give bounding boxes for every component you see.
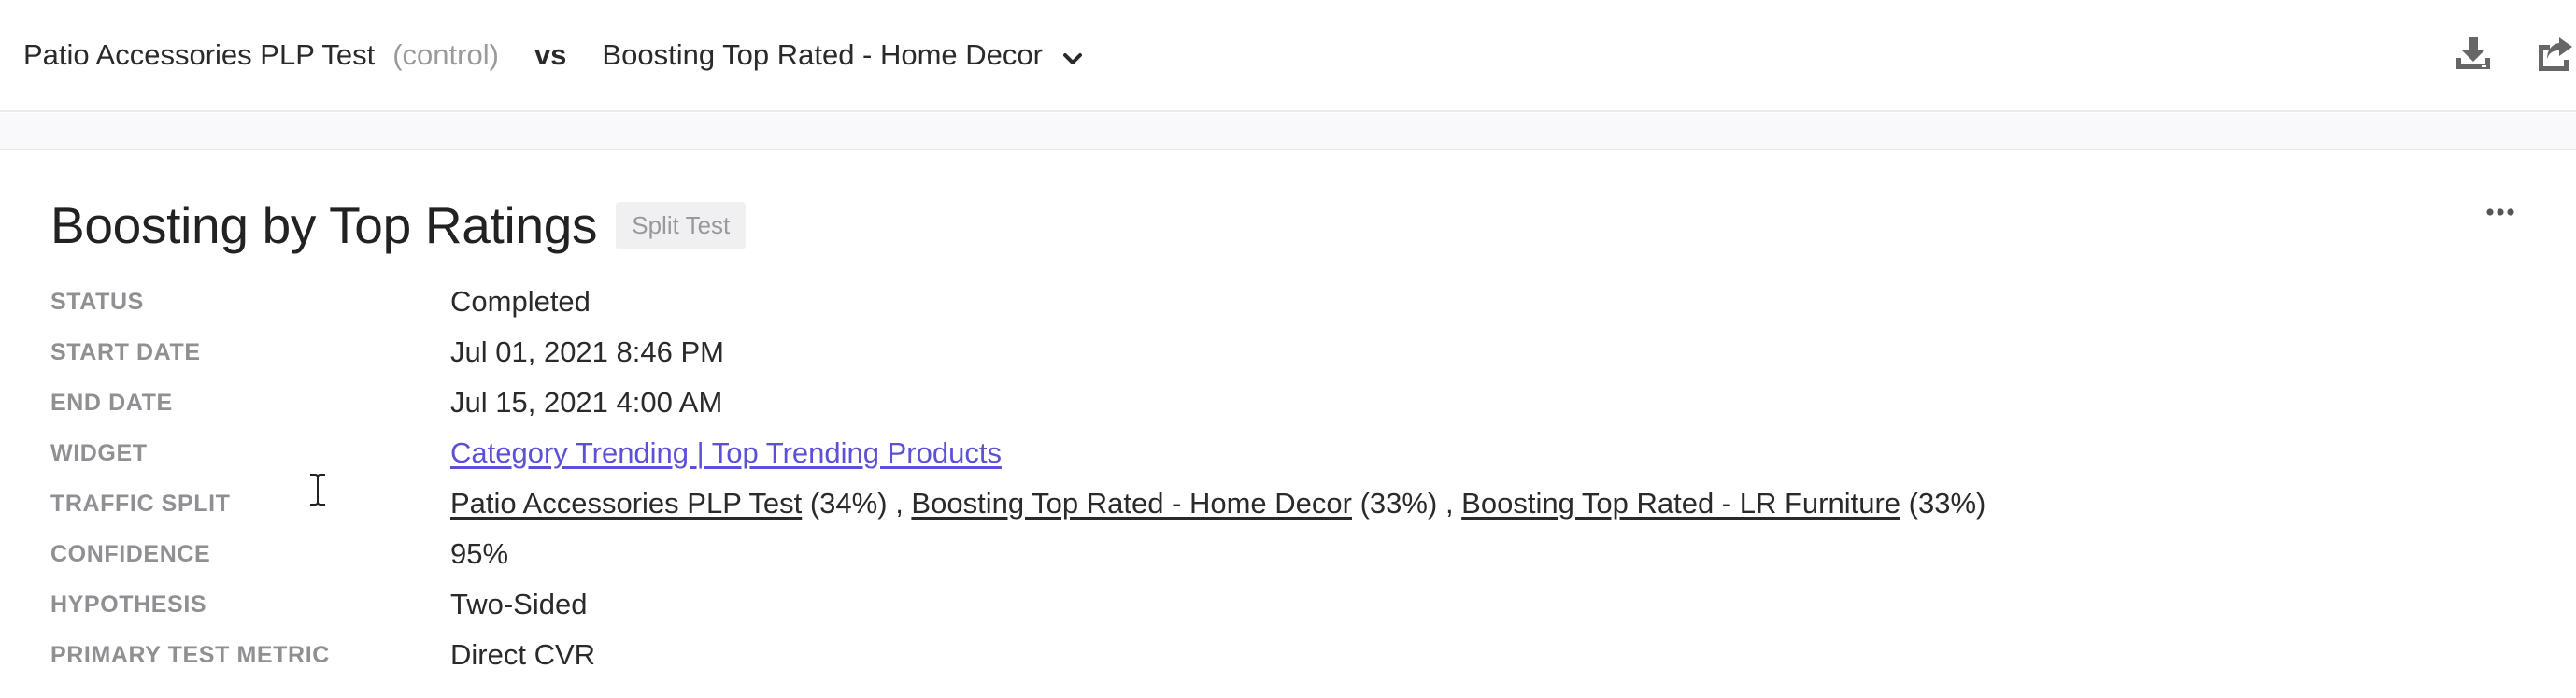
experiment-details-panel: Boosting by Top Ratings Split Test STATU… (0, 152, 2576, 698)
field-status: STATUS Completed (50, 277, 1985, 327)
share-button[interactable] (2533, 34, 2576, 77)
split-link-patio-accessories[interactable]: Patio Accessories PLP Test (450, 487, 802, 520)
field-label: START DATE (50, 338, 201, 365)
split-separator: , (895, 487, 912, 520)
experiment-comparison: Patio Accessories PLP Test (control) vs … (23, 0, 1084, 110)
field-label: TRAFFIC SPLIT (50, 490, 231, 517)
field-label: END DATE (50, 389, 173, 416)
field-traffic-split: TRAFFIC SPLIT Patio Accessories PLP Test… (50, 478, 1985, 529)
panel-header: Boosting by Top Ratings Split Test (50, 195, 747, 255)
subheader-strip (0, 113, 2576, 150)
widget-link[interactable]: Category Trending | Top Trending Product… (450, 436, 1002, 469)
field-start-date: START DATE Jul 01, 2021 8:46 PM (50, 327, 1985, 377)
split-percent: (34%) (809, 487, 888, 520)
split-percent: (33%) (1908, 487, 1986, 520)
start-date-value: Jul 01, 2021 8:46 PM (450, 335, 724, 368)
traffic-split-value: Patio Accessories PLP Test (34%) , Boost… (450, 487, 1985, 520)
download-icon (2454, 34, 2493, 78)
field-label: WIDGET (50, 439, 148, 466)
field-label: CONFIDENCE (50, 540, 211, 567)
split-link-lr-furniture[interactable]: Boosting Top Rated - LR Furniture (1461, 487, 1900, 520)
page-title: Boosting by Top Ratings (50, 196, 598, 254)
comparison-header: Patio Accessories PLP Test (control) vs … (0, 0, 2576, 112)
download-button[interactable] (2452, 34, 2495, 77)
header-actions (2452, 0, 2576, 110)
end-date-value: Jul 15, 2021 4:00 AM (450, 386, 723, 419)
field-hypothesis: HYPOTHESIS Two-Sided (50, 579, 1985, 630)
field-label: PRIMARY TEST METRIC (50, 641, 330, 668)
text-cursor-icon (307, 473, 328, 506)
share-export-icon (2535, 34, 2574, 78)
primary-metric-value: Direct CVR (450, 638, 596, 671)
status-value: Completed (450, 285, 591, 318)
chevron-down-icon[interactable] (1061, 44, 1084, 66)
widget-value: Category Trending | Top Trending Product… (450, 436, 1002, 470)
split-separator: , (1445, 487, 1462, 520)
split-percent: (33%) (1359, 487, 1438, 520)
field-label: HYPOTHESIS (50, 591, 207, 618)
more-options-button[interactable] (2482, 199, 2519, 227)
vs-label: vs (534, 38, 567, 71)
field-widget: WIDGET Category Trending | Top Trending … (50, 428, 1985, 478)
variant-selector[interactable]: Boosting Top Rated - Home Decor (602, 38, 1043, 72)
field-label: STATUS (50, 288, 144, 315)
test-type-badge: Split Test (616, 201, 747, 249)
field-primary-metric: PRIMARY TEST METRIC Direct CVR (50, 630, 1985, 680)
control-experiment-name: Patio Accessories PLP Test (23, 38, 376, 71)
more-horizontal-icon (2486, 205, 2514, 221)
detail-fields: STATUS Completed START DATE Jul 01, 2021… (50, 277, 1985, 680)
confidence-value: 95% (450, 537, 509, 570)
field-end-date: END DATE Jul 15, 2021 4:00 AM (50, 377, 1985, 428)
control-tag: (control) (392, 38, 499, 71)
hypothesis-value: Two-Sided (450, 588, 588, 620)
split-link-home-decor[interactable]: Boosting Top Rated - Home Decor (911, 487, 1352, 520)
field-confidence: CONFIDENCE 95% (50, 529, 1985, 579)
